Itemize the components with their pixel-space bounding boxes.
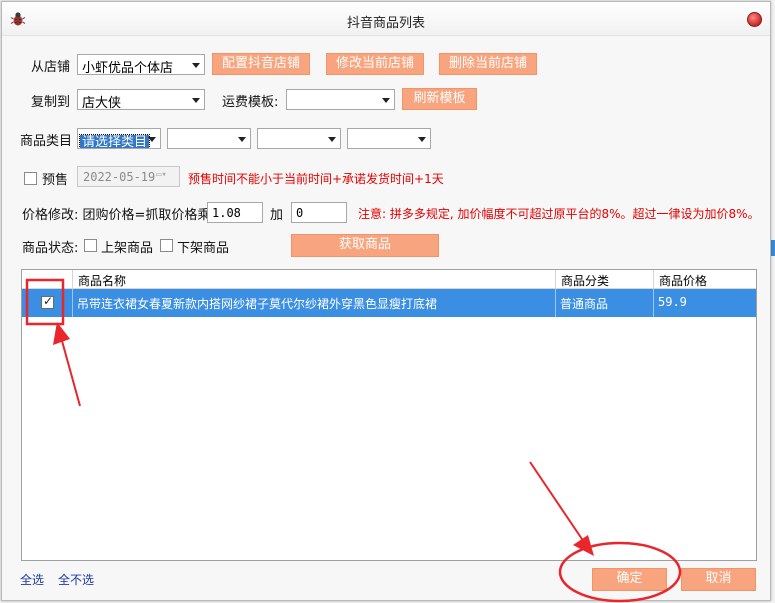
row-product-price: 59.9	[658, 295, 687, 309]
row-product-category: 普通商品	[556, 289, 654, 317]
ok-button[interactable]: 确定	[592, 568, 667, 591]
shop-select[interactable]: 小虾优品个体店	[77, 54, 205, 75]
fetch-products-button[interactable]: 获取商品	[291, 234, 439, 257]
row-checkbox-cell	[22, 289, 73, 317]
off-shelf-label: 下架商品	[177, 241, 230, 256]
category-select-value: 请选择类目	[78, 134, 151, 149]
freight-template-label: 运费模板:	[222, 95, 279, 110]
refresh-template-button[interactable]: 刷新模板	[402, 88, 477, 110]
cancel-button[interactable]: 取消	[681, 568, 756, 591]
calendar-icon: ▭▾	[156, 170, 167, 180]
on-shelf-label: 上架商品	[101, 241, 154, 256]
select-none-link[interactable]: 全不选	[58, 571, 94, 588]
header-checkbox-col	[22, 270, 73, 289]
subcategory-3-select[interactable]	[347, 128, 431, 149]
header-product-category[interactable]: 商品分类	[556, 270, 654, 289]
category-label: 商品类目	[20, 134, 73, 149]
chevron-down-icon	[192, 98, 200, 103]
table-header: 商品名称 商品分类 商品价格	[22, 270, 756, 289]
chevron-down-icon	[192, 63, 200, 68]
presale-date-picker[interactable]: 2022-05-19 ▭▾	[77, 166, 180, 187]
price-add-label: 加	[270, 208, 284, 223]
title-bar: 抖音商品列表	[2, 2, 770, 36]
config-shop-button[interactable]: 配置抖音店铺	[212, 53, 310, 75]
copy-to-select-value: 店大侠	[82, 96, 122, 110]
presale-date-value: 2022-05-19	[83, 170, 156, 184]
chevron-down-icon	[328, 137, 336, 142]
row-product-name: 吊带连衣裙女春夏新款内搭网纱裙子莫代尔纱裙外穿黑色显瘦打底裙	[73, 289, 556, 317]
header-product-price[interactable]: 商品价格	[654, 270, 756, 289]
products-table: 商品名称 商品分类 商品价格 吊带连衣裙女春夏新款内搭网纱裙子莫代尔纱裙外穿黑色…	[21, 269, 757, 561]
select-all-link[interactable]: 全选	[20, 571, 44, 588]
chevron-down-icon	[238, 137, 246, 142]
edit-shop-button[interactable]: 修改当前店铺	[326, 53, 424, 75]
off-shelf-checkbox[interactable]	[160, 239, 173, 252]
price-modify-label: 价格修改: 团购价格=抓取价格乘	[22, 208, 211, 223]
presale-warning-text: 预售时间不能小于当前时间+承诺发货时间+1天	[188, 172, 444, 186]
shop-select-value: 小虾优品个体店	[82, 61, 174, 75]
category-select[interactable]: 请选择类目	[77, 128, 161, 149]
freight-template-select[interactable]	[286, 89, 395, 110]
copy-to-label: 复制到	[31, 95, 71, 110]
close-button[interactable]	[747, 12, 762, 27]
subcategory-1-select[interactable]	[167, 128, 251, 149]
chevron-down-icon	[148, 137, 156, 142]
on-shelf-checkbox[interactable]	[84, 239, 97, 252]
price-note-text: 注意: 拼多多规定, 加价幅度不可超过原平台的8%。超过一律设为加价8%。	[358, 207, 760, 221]
dialog-window: 抖音商品列表 从店铺 小虾优品个体店 配置抖音店铺 修改当前店铺 删除当前店铺 …	[1, 1, 771, 601]
presale-label: 预售	[42, 173, 69, 188]
price-multiplier-input[interactable]: 1.08	[207, 202, 263, 223]
chevron-down-icon	[382, 98, 390, 103]
row-checkbox[interactable]	[41, 294, 54, 309]
delete-shop-button[interactable]: 删除当前店铺	[439, 53, 537, 75]
presale-checkbox[interactable]	[24, 172, 37, 185]
window-title: 抖音商品列表	[346, 16, 425, 31]
table-row[interactable]: 吊带连衣裙女春夏新款内搭网纱裙子莫代尔纱裙外穿黑色显瘦打底裙 普通商品 59.9	[22, 289, 756, 317]
shop-label: 从店铺	[31, 60, 71, 75]
header-product-name[interactable]: 商品名称	[73, 270, 556, 289]
copy-to-select[interactable]: 店大侠	[77, 89, 205, 110]
subcategory-2-select[interactable]	[257, 128, 341, 149]
chevron-down-icon	[418, 137, 426, 142]
product-status-label: 商品状态:	[22, 241, 79, 256]
price-add-input[interactable]: 0	[291, 202, 347, 223]
